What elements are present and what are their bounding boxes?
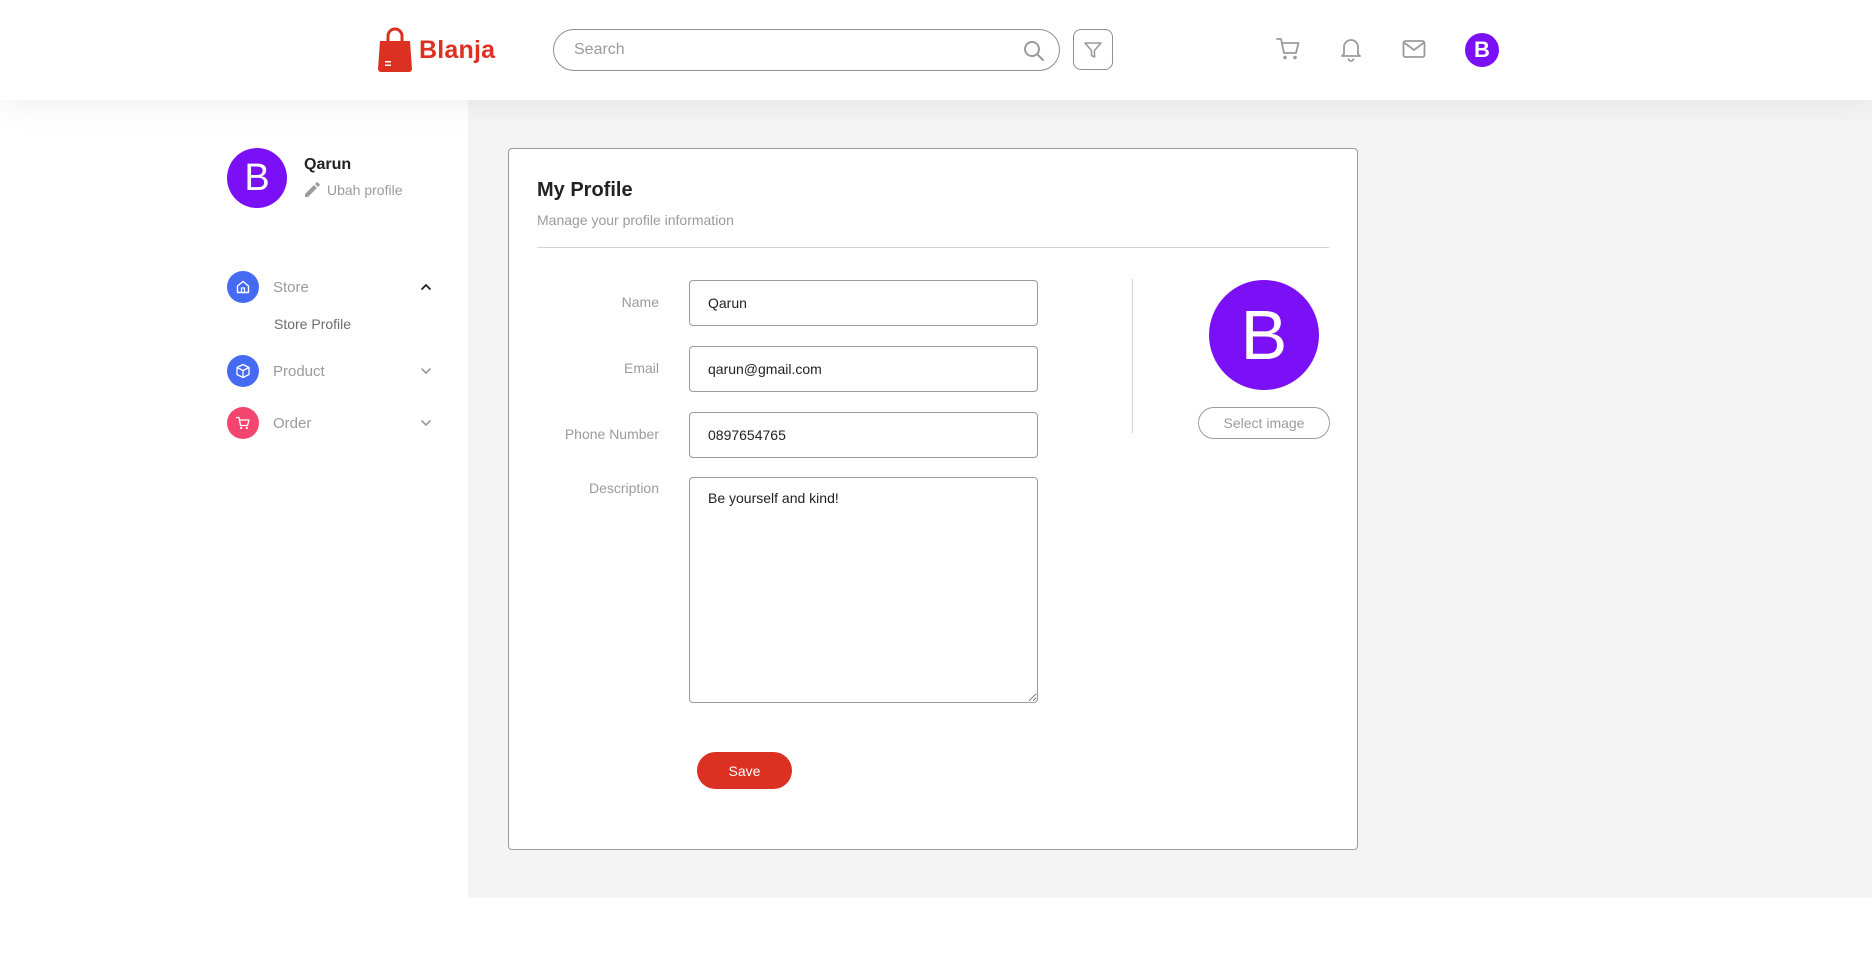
search-icon[interactable] — [1023, 40, 1045, 62]
brand-name: Blanja — [419, 35, 496, 64]
email-label: Email — [623, 360, 659, 376]
vertical-divider — [1132, 279, 1133, 433]
submenu-store-profile[interactable]: Store Profile — [274, 316, 351, 332]
pencil-icon — [305, 182, 320, 197]
shopping-bag-icon — [378, 27, 412, 72]
phone-label: Phone Number — [564, 426, 659, 442]
profile-card: My Profile Manage your profile informati… — [508, 148, 1358, 850]
divider — [537, 247, 1329, 248]
select-image-button[interactable]: Select image — [1198, 407, 1330, 439]
home-icon — [236, 280, 250, 294]
sidebar-item-store[interactable]: Store — [227, 271, 433, 303]
name-label: Name — [621, 294, 659, 310]
cart-button[interactable] — [1275, 36, 1301, 62]
description-field[interactable]: Be yourself and kind! — [689, 477, 1038, 703]
sidebar-item-product[interactable]: Product — [227, 355, 433, 387]
sidebar-avatar: B — [227, 148, 287, 208]
sidebar-item-label: Store — [273, 278, 309, 296]
navbar: Blanja B — [0, 0, 1872, 100]
mail-icon — [1402, 40, 1426, 58]
sidebar-item-order[interactable]: Order — [227, 407, 433, 439]
chevron-down-icon[interactable] — [419, 416, 433, 430]
chevron-up-icon[interactable] — [419, 280, 433, 294]
notification-button[interactable] — [1338, 36, 1364, 62]
page-title: My Profile — [537, 179, 633, 201]
bell-icon — [1341, 39, 1361, 62]
search-input[interactable] — [574, 38, 1014, 62]
edit-profile-link[interactable]: Ubah profile — [303, 181, 403, 199]
filter-icon — [1084, 41, 1102, 58]
email-field[interactable] — [689, 346, 1038, 392]
order-circle — [227, 407, 259, 439]
cart-icon — [1276, 38, 1300, 60]
sidebar-user-name: Qarun — [304, 156, 352, 173]
sidebar — [0, 100, 468, 898]
mail-button[interactable] — [1401, 36, 1427, 62]
page-subtitle: Manage your profile information — [537, 212, 734, 228]
sidebar-item-label: Order — [273, 414, 312, 432]
filter-button[interactable] — [1073, 29, 1113, 70]
save-button[interactable]: Save — [697, 752, 792, 789]
chevron-down-icon[interactable] — [419, 364, 433, 378]
edit-profile-label: Ubah profile — [327, 182, 403, 198]
store-circle — [227, 271, 259, 303]
brand-logo[interactable]: Blanja — [377, 27, 495, 73]
profile-avatar-preview: B — [1209, 280, 1319, 390]
description-label: Description — [588, 480, 659, 496]
user-avatar[interactable]: B — [1465, 33, 1499, 67]
name-field[interactable] — [689, 280, 1038, 326]
product-circle — [227, 355, 259, 387]
phone-field[interactable] — [689, 412, 1038, 458]
search-bar — [553, 29, 1060, 71]
cart-icon — [235, 416, 250, 430]
sidebar-item-label: Product — [273, 362, 325, 380]
box-icon — [236, 363, 250, 379]
